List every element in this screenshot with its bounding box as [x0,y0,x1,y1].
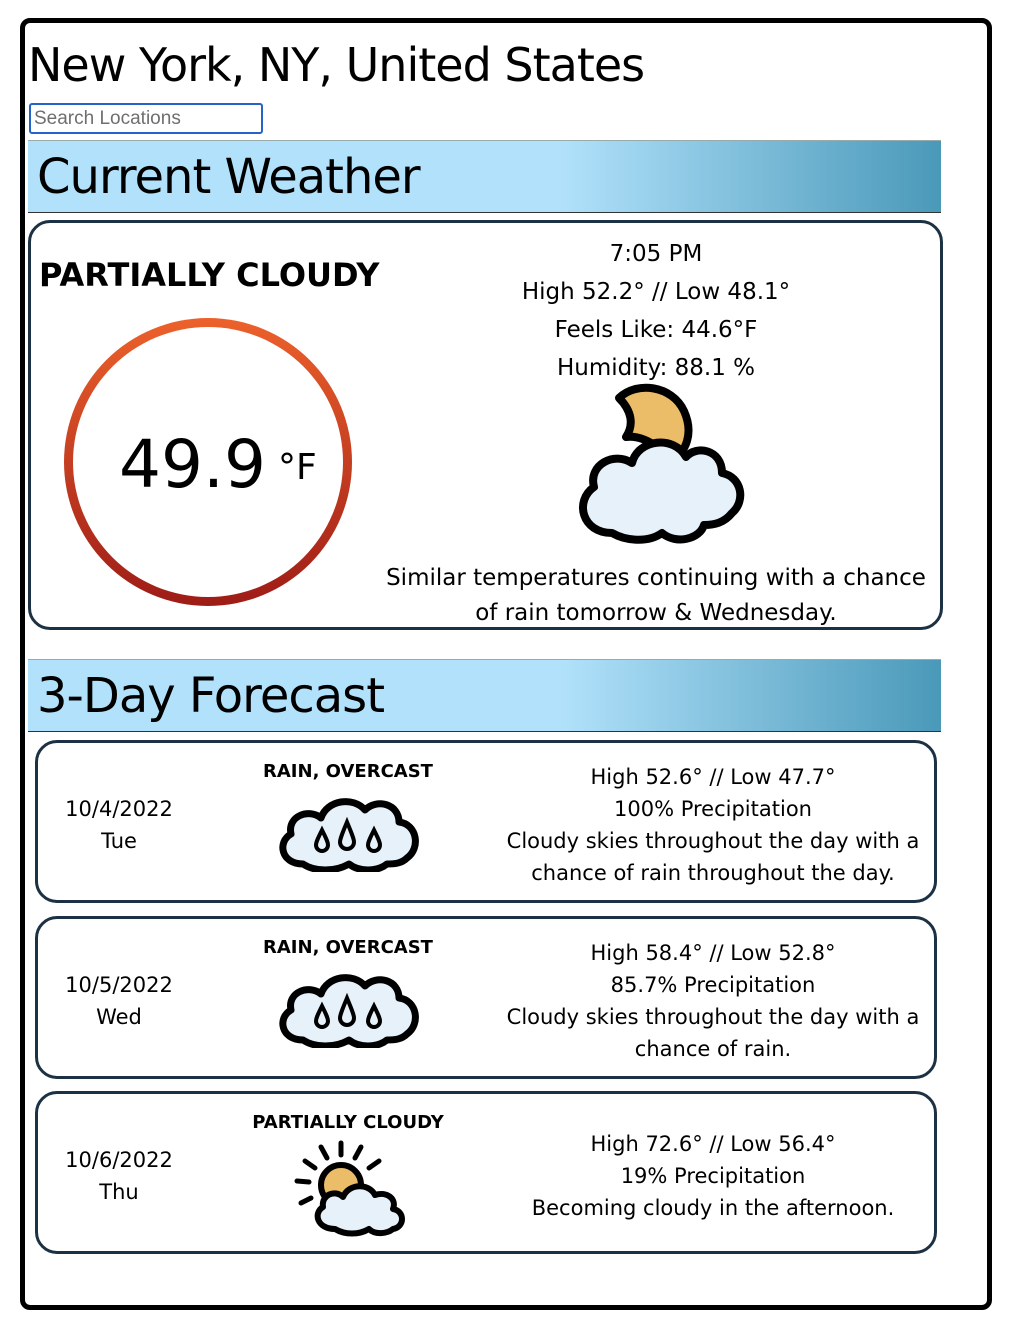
forecast-condition-block: RAIN, OVERCAST [238,761,458,872]
temperature-ring-inner: 49.9 °F [73,327,343,597]
current-time: 7:05 PM [609,241,703,267]
current-weather-title: Current Weather [37,149,421,205]
current-weather-header: Current Weather [28,140,941,213]
current-summary: Similar temperatures continuing with a c… [386,565,926,626]
forecast-date-block: 10/6/2022 Thu [38,1144,200,1208]
forecast-title: 3-Day Forecast [37,668,385,724]
temperature-ring: 49.9 °F [64,318,352,606]
forecast-day-card: 10/5/2022 Wed RAIN, OVERCAST High 58.4° … [35,916,937,1079]
current-feels-like: Feels Like: 44.6°F [554,317,758,343]
forecast-precipitation: 19% Precipitation [620,1164,806,1188]
forecast-description: Cloudy skies throughout the day with a c… [506,1005,920,1061]
partly-cloudy-night-icon [579,383,745,544]
forecast-precipitation: 100% Precipitation [614,797,812,821]
forecast-condition: RAIN, OVERCAST [263,937,433,958]
forecast-day-card: 10/6/2022 Thu PARTIALLY CLOUDY High 72.6… [35,1091,937,1254]
forecast-weekday: Wed [96,1005,142,1029]
search-input[interactable] [29,103,263,134]
location-title: New York, NY, United States [28,38,645,92]
forecast-details: High 58.4° // Low 52.8° 85.7% Precipitat… [488,937,938,1065]
temperature-unit: °F [278,447,317,488]
current-temperature: 49.9 [119,426,266,503]
forecast-date: 10/4/2022 [65,797,173,821]
forecast-date: 10/6/2022 [65,1148,173,1172]
forecast-day-card: 10/4/2022 Tue RAIN, OVERCAST High 52.6° … [35,740,937,903]
forecast-date-block: 10/5/2022 Wed [38,969,200,1033]
forecast-details: High 72.6° // Low 56.4° 19% Precipitatio… [488,1128,938,1224]
forecast-condition-block: PARTIALLY CLOUDY [238,1112,458,1237]
forecast-header: 3-Day Forecast [28,659,941,732]
forecast-condition-block: RAIN, OVERCAST [238,937,458,1048]
current-humidity: Humidity: 88.1 % [556,355,756,381]
forecast-condition: RAIN, OVERCAST [263,761,433,782]
forecast-description: Becoming cloudy in the afternoon. [531,1196,895,1220]
current-details: 7:05 PM High 52.2° // Low 48.1° Feels Li… [376,235,936,626]
forecast-weekday: Tue [101,829,137,853]
forecast-description: Cloudy skies throughout the day with a c… [506,829,920,885]
current-weather-card: PARTIALLY CLOUDY 49.9 °F 7:05 PM High 52… [28,220,943,630]
current-condition: PARTIALLY CLOUDY [39,256,380,294]
forecast-high-low: High 52.6° // Low 47.7° [590,765,836,789]
forecast-high-low: High 58.4° // Low 52.8° [590,941,836,965]
forecast-date-block: 10/4/2022 Tue [38,793,200,857]
forecast-date: 10/5/2022 [65,973,173,997]
forecast-condition: PARTIALLY CLOUDY [252,1112,444,1133]
partly-cloudy-day-icon [294,1140,405,1237]
rain-cloud-icon [279,798,419,872]
current-high-low: High 52.2° // Low 48.1° [521,279,791,305]
forecast-details: High 52.6° // Low 47.7° 100% Precipitati… [488,761,938,889]
rain-cloud-icon [279,974,419,1048]
forecast-weekday: Thu [99,1180,139,1204]
forecast-high-low: High 72.6° // Low 56.4° [590,1132,836,1156]
forecast-precipitation: 85.7% Precipitation [610,973,816,997]
